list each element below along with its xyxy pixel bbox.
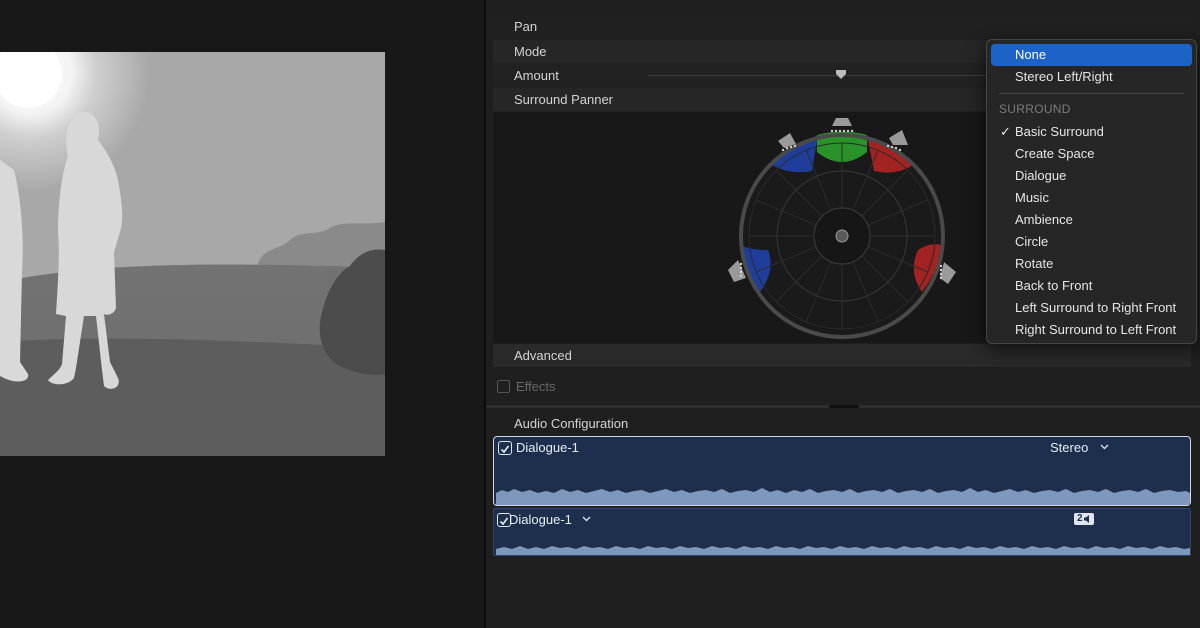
advanced-label: Advanced	[514, 348, 572, 363]
checkmark-icon: ✓	[1000, 124, 1011, 139]
chevron-down-icon[interactable]	[1100, 444, 1109, 450]
splitter-handle[interactable]	[829, 405, 859, 408]
video-frame	[0, 52, 385, 456]
menu-item-music[interactable]: Music	[991, 187, 1192, 209]
menu-item-left-surround-to-right-front[interactable]: Left Surround to Right Front	[991, 297, 1192, 319]
stereo-badge-icon: 2	[1074, 513, 1094, 525]
checkmark-icon	[500, 445, 510, 454]
menu-item-back-to-front[interactable]: Back to Front	[991, 275, 1192, 297]
track-1-waveform	[496, 488, 1190, 505]
menu-item-ambience[interactable]: Ambience	[991, 209, 1192, 231]
menu-item-label: Music	[1015, 190, 1049, 205]
amount-slider-track[interactable]	[648, 75, 988, 76]
menu-item-label: Create Space	[1015, 146, 1095, 161]
menu-item-label: Rotate	[1015, 256, 1054, 271]
menu-item-none[interactable]: None	[991, 44, 1192, 66]
menu-section-surround: SURROUND	[999, 102, 1071, 116]
menu-item-label: Basic Surround	[1015, 124, 1104, 139]
menu-separator	[999, 93, 1184, 94]
menu-item-label: Stereo Left/Right	[1015, 69, 1113, 84]
menu-item-label: None	[1015, 47, 1047, 62]
track-2-waveform	[496, 546, 1190, 555]
effects-row[interactable]: Effects	[493, 377, 556, 397]
amount-label: Amount	[514, 68, 559, 83]
surround-panner-label: Surround Panner	[514, 92, 614, 107]
menu-item-basic-surround[interactable]: ✓ Basic Surround	[991, 121, 1192, 143]
mode-label: Mode	[514, 44, 547, 59]
video-frame-image	[0, 52, 385, 456]
track-1-name: Dialogue-1	[516, 440, 579, 455]
stereo-badge-count: 2	[1077, 513, 1083, 524]
menu-item-rotate[interactable]: Rotate	[991, 253, 1192, 275]
menu-item-create-space[interactable]: Create Space	[991, 143, 1192, 165]
audio-track-2[interactable]: Dialogue-1 2	[493, 508, 1191, 556]
menu-item-label: Circle	[1015, 234, 1049, 249]
advanced-row[interactable]: Advanced	[493, 344, 1191, 367]
pan-section-header[interactable]: Pan	[493, 15, 1191, 38]
audio-configuration-title: Audio Configuration	[514, 416, 629, 431]
menu-item-label: Ambience	[1015, 212, 1073, 227]
pan-mode-menu: None Stereo Left/Right SURROUND ✓ Basic S…	[986, 39, 1197, 344]
effects-checkbox[interactable]	[497, 380, 510, 393]
menu-item-label: Left Surround to Right Front	[1015, 300, 1177, 315]
pan-puck[interactable]	[835, 229, 849, 243]
effects-label: Effects	[516, 379, 556, 394]
track-1-checkbox[interactable]	[498, 441, 512, 455]
track-2-name: Dialogue-1	[509, 512, 572, 527]
chevron-down-icon[interactable]	[582, 516, 591, 522]
menu-item-stereo-left-right[interactable]: Stereo Left/Right	[991, 66, 1192, 88]
menu-item-dialogue[interactable]: Dialogue	[991, 165, 1192, 187]
menu-item-label: Dialogue	[1015, 168, 1067, 183]
menu-item-right-surround-to-left-front[interactable]: Right Surround to Left Front	[991, 319, 1192, 341]
speaker-icon	[1084, 515, 1089, 523]
menu-item-circle[interactable]: Circle	[991, 231, 1192, 253]
track-1-channel-config[interactable]: Stereo	[1050, 440, 1088, 456]
audio-track-1[interactable]: Dialogue-1 Stereo	[493, 436, 1191, 506]
menu-item-label: Back to Front	[1015, 278, 1093, 293]
pan-title: Pan	[514, 19, 538, 34]
video-viewer	[0, 0, 484, 628]
menu-item-label: Right Surround to Left Front	[1015, 322, 1177, 337]
slider-thumb-icon[interactable]	[836, 70, 846, 79]
